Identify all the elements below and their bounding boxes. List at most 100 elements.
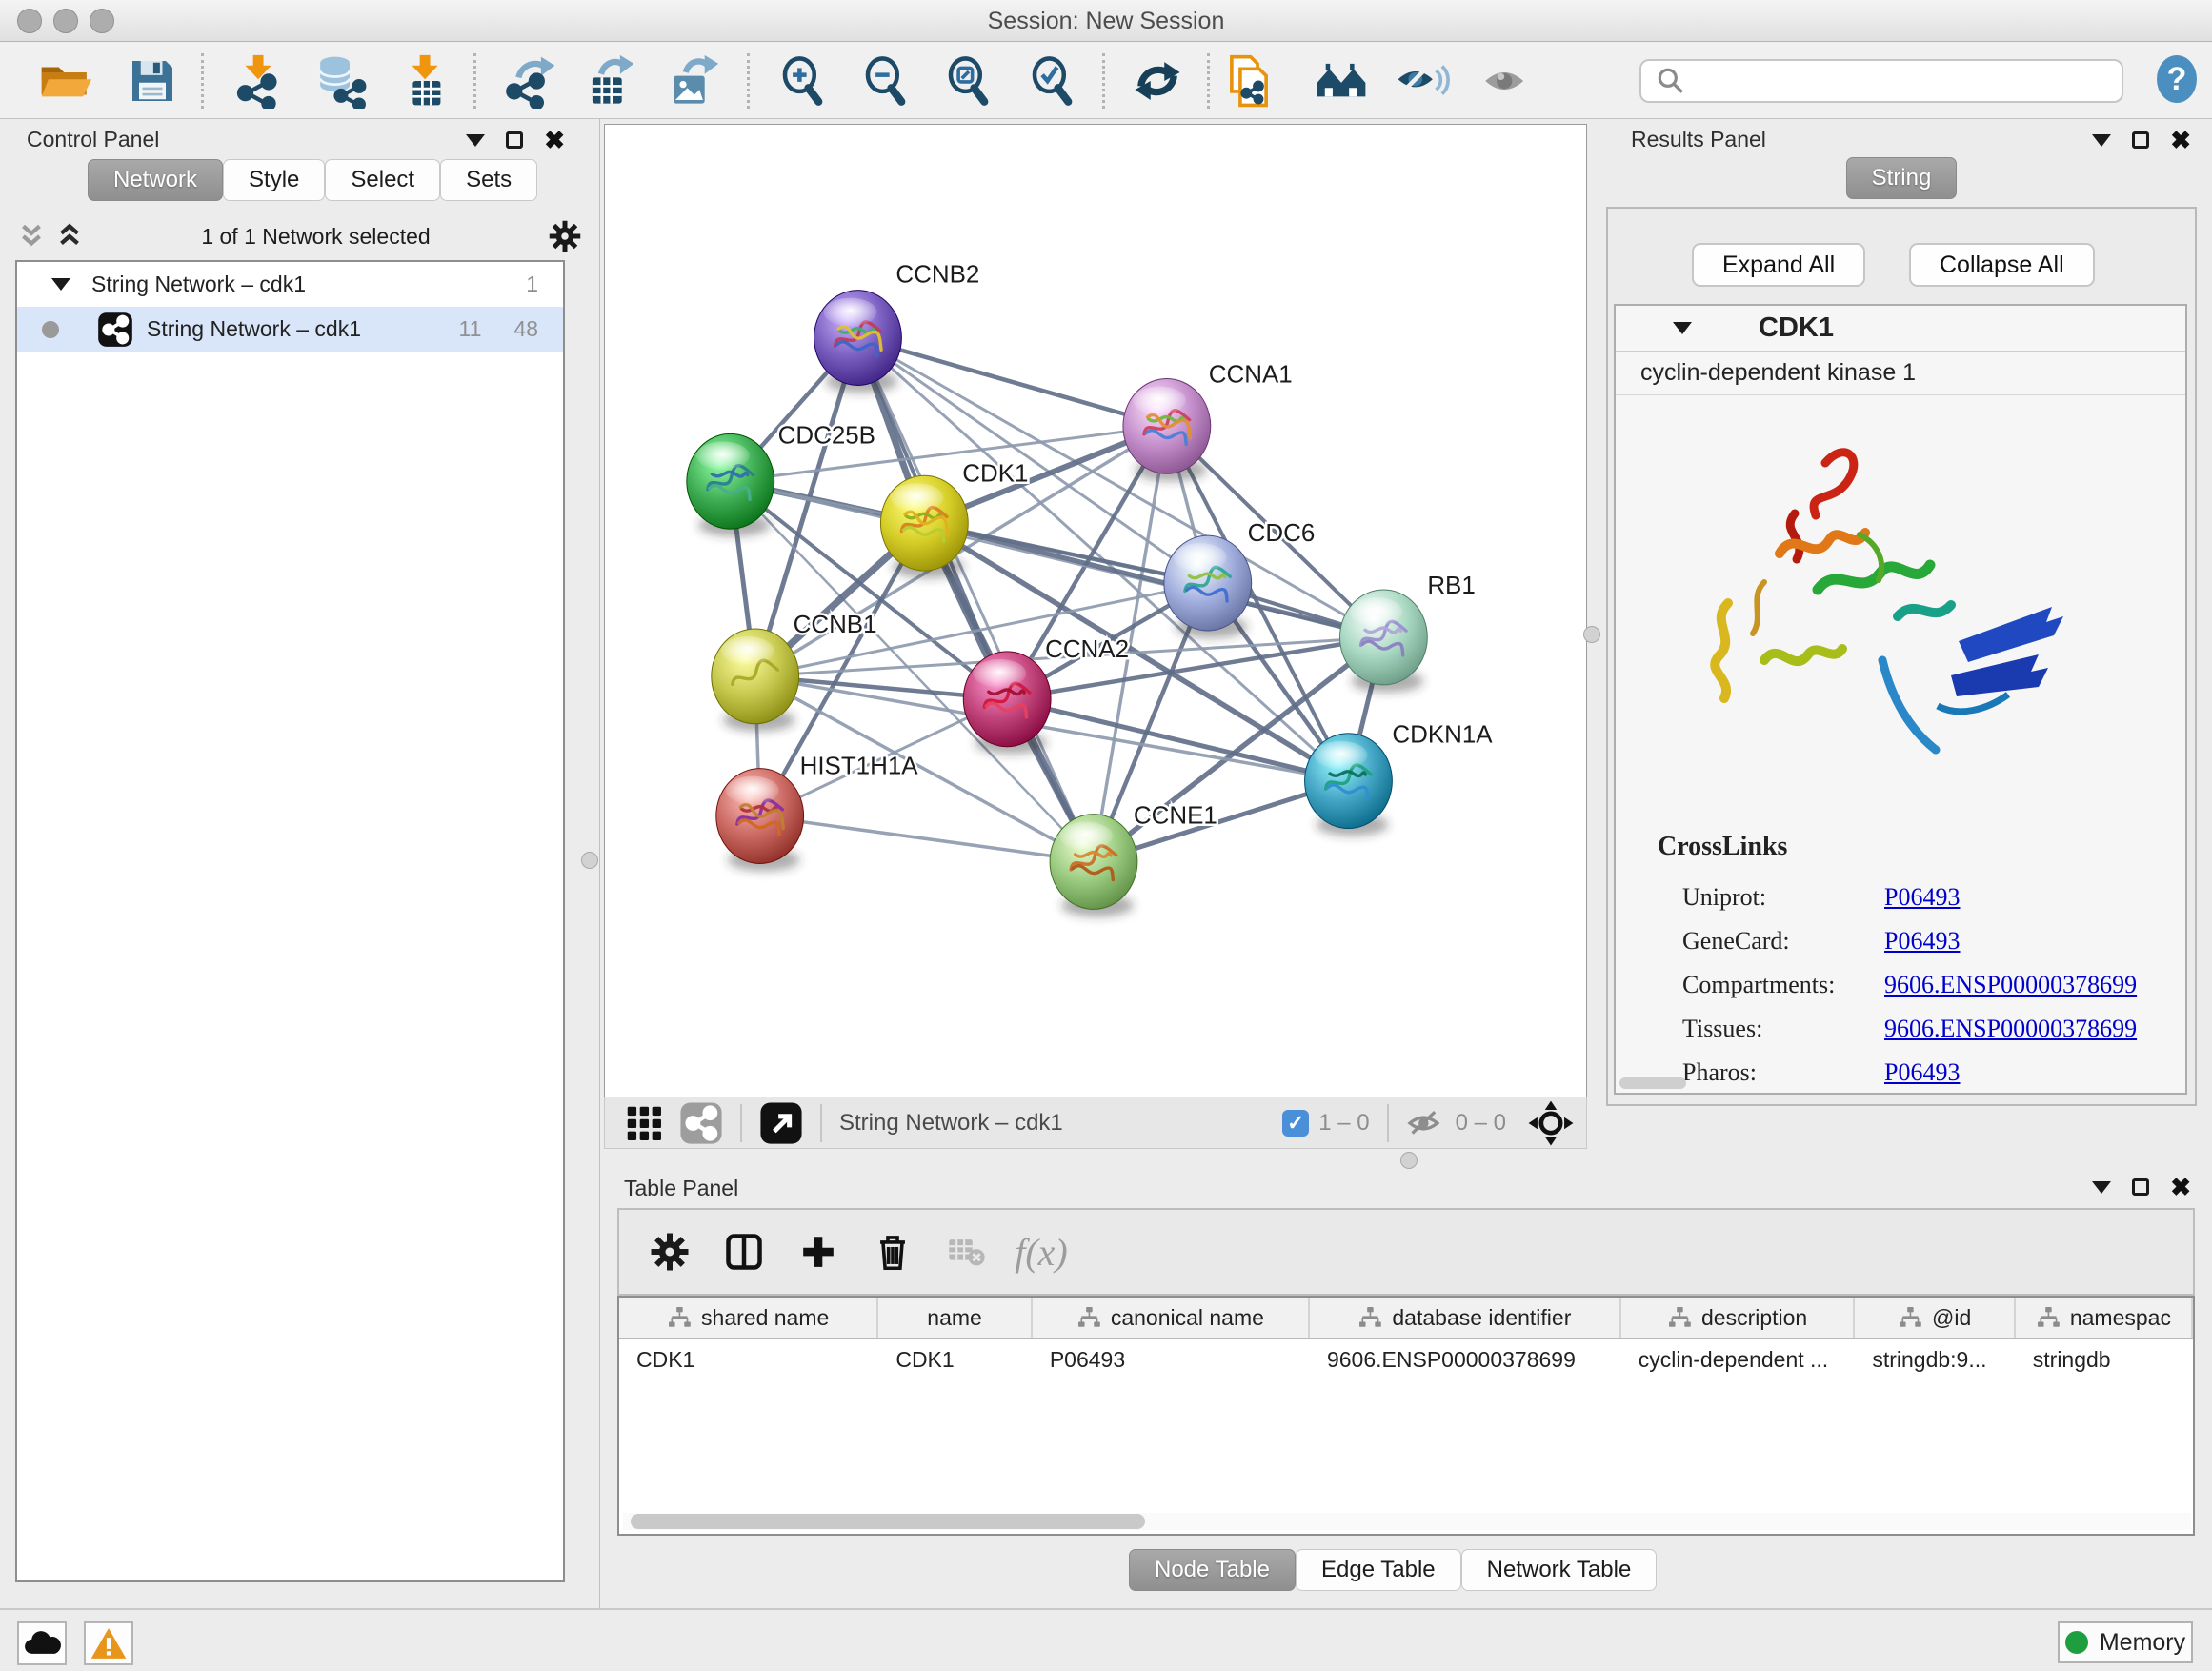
column-header[interactable]: @id [1855,1298,2015,1338]
help-icon[interactable]: ? [2155,54,2199,104]
zoom-fit-icon[interactable] [937,50,1000,112]
tab-network-table[interactable]: Network Table [1461,1549,1658,1591]
tab-sets[interactable]: Sets [440,159,537,201]
tab-select[interactable]: Select [325,159,440,201]
network-node-hist1h1a[interactable]: HIST1H1A [716,754,918,872]
grid-view-icon[interactable] [622,1101,666,1145]
collapse-all-networks-icon[interactable] [53,220,86,252]
table-cell[interactable]: CDK1 [878,1347,1033,1373]
show-columns-icon[interactable] [707,1218,781,1285]
crosslink-uniprot[interactable]: P06493 [1884,883,1960,912]
panel-menu-icon[interactable] [466,134,485,147]
crosslink-compartments[interactable]: 9606.ENSP00000378699 [1884,971,2137,999]
right-splitter-handle[interactable] [1583,626,1600,643]
collection-expand-icon[interactable] [51,278,70,291]
table-cell[interactable]: 9606.ENSP00000378699 [1310,1347,1621,1373]
collapse-all-button[interactable]: Collapse All [1909,243,2095,287]
table-cell[interactable]: stringdb:9... [1855,1347,2015,1373]
network-node-ccna1[interactable]: CCNA1 [1123,361,1293,481]
close-panel-icon[interactable]: ✖ [2170,131,2191,150]
collapse-entry-icon[interactable] [1673,322,1692,334]
save-session-icon[interactable] [121,50,184,112]
search-input[interactable] [1697,68,2122,94]
network-node-cdkn1a[interactable]: CDKN1A [1305,722,1494,836]
network-node-cdk1[interactable]: CDK1 [880,460,1028,578]
network-collection-row[interactable]: String Network – cdk1 1 [17,262,563,307]
left-splitter-handle[interactable] [581,852,598,869]
birdseye-toggle-icon[interactable] [759,1101,803,1145]
column-header[interactable]: canonical name [1033,1298,1310,1338]
float-panel-icon[interactable] [2132,1178,2149,1196]
create-column-icon[interactable] [781,1218,855,1285]
refresh-icon[interactable] [1126,50,1189,112]
open-session-icon[interactable] [34,50,97,112]
results-panel: Results Panel ✖ String Expand All Collap… [1591,119,2212,1170]
panel-menu-icon[interactable] [2092,1181,2111,1194]
table-horizontal-scrollbar[interactable] [623,1513,2191,1530]
show-all-icon[interactable] [1475,50,1538,112]
tab-node-table[interactable]: Node Table [1129,1549,1296,1591]
pan-crosshair-icon[interactable] [1527,1099,1575,1147]
column-header[interactable]: namespac [2016,1298,2193,1338]
crosslinks-title: CrossLinks [1658,832,2185,862]
network-edge[interactable] [857,338,1166,427]
tab-style[interactable]: Style [223,159,325,201]
network-node-cdc6[interactable]: CDC6 [1164,520,1315,638]
search-field[interactable] [1639,59,2123,103]
export-network-icon[interactable] [499,50,562,112]
network-canvas[interactable]: CCNB2CCNA1CDC25BCDK1CDC6RB1CCNB1CCNA2CDK… [604,124,1587,1097]
node-label: CDC25B [778,422,875,449]
table-row[interactable]: CDK1CDK1P064939606.ENSP00000378699cyclin… [619,1339,2193,1379]
float-panel-icon[interactable] [506,131,523,149]
zoom-selected-icon[interactable] [1021,50,1084,112]
zoom-in-icon[interactable] [772,50,835,112]
results-scrollbar[interactable] [1619,1077,1686,1089]
home-icon[interactable] [1310,50,1373,112]
network-options-gear-icon[interactable] [546,217,584,255]
table-options-gear-icon[interactable] [633,1218,707,1285]
node-name: CDK1 [1759,312,1834,344]
expand-all-networks-icon[interactable] [15,220,48,252]
column-header[interactable]: database identifier [1310,1298,1621,1338]
delete-column-icon[interactable] [855,1218,930,1285]
crosslink-tissues[interactable]: 9606.ENSP00000378699 [1884,1015,2137,1043]
close-panel-icon[interactable]: ✖ [544,131,565,150]
import-network-from-database-icon[interactable] [309,50,372,112]
import-network-icon[interactable] [228,50,291,112]
cloud-icon[interactable] [17,1621,67,1665]
crosslink-genecard[interactable]: P06493 [1884,927,1960,956]
column-header[interactable]: description [1621,1298,1856,1338]
export-image-icon[interactable] [661,50,724,112]
memory-button[interactable]: Memory [2058,1621,2193,1663]
expand-all-button[interactable]: Expand All [1692,243,1865,287]
column-header[interactable]: shared name [619,1298,878,1338]
network-edge[interactable] [857,338,1094,862]
warning-icon[interactable] [84,1621,133,1665]
tab-string[interactable]: String [1846,157,1958,199]
tab-edge-table[interactable]: Edge Table [1296,1549,1461,1591]
table-cell[interactable]: stringdb [2016,1347,2193,1373]
network-row-selected[interactable]: String Network – cdk1 11 48 [17,307,563,352]
panel-menu-icon[interactable] [2092,134,2111,147]
table-cell[interactable]: cyclin-dependent ... [1621,1347,1856,1373]
close-panel-icon[interactable]: ✖ [2170,1178,2191,1197]
export-table-icon[interactable] [578,50,641,112]
network-node-ccne1[interactable]: CCNE1 [1050,803,1217,917]
share-document-icon[interactable] [1217,50,1280,112]
network-edge[interactable] [760,816,1094,862]
hide-selected-icon[interactable] [1391,50,1454,112]
table-cell[interactable]: P06493 [1033,1347,1310,1373]
horizontal-splitter-handle[interactable] [1400,1152,1418,1169]
selected-checkbox-icon[interactable]: ✓ [1282,1110,1309,1137]
network-node-rb1[interactable]: RB1 [1339,573,1475,693]
node-result-header[interactable]: CDK1 [1616,306,2185,352]
column-header[interactable]: name [878,1298,1032,1338]
table-cell[interactable]: CDK1 [619,1347,878,1373]
crosslink-pharos[interactable]: P06493 [1884,1058,1960,1087]
zoom-out-icon[interactable] [855,50,917,112]
network-view-share-icon[interactable] [679,1101,723,1145]
scrollbar-thumb[interactable] [631,1514,1145,1529]
tab-network[interactable]: Network [88,159,223,201]
import-table-icon[interactable] [394,50,457,112]
float-panel-icon[interactable] [2132,131,2149,149]
